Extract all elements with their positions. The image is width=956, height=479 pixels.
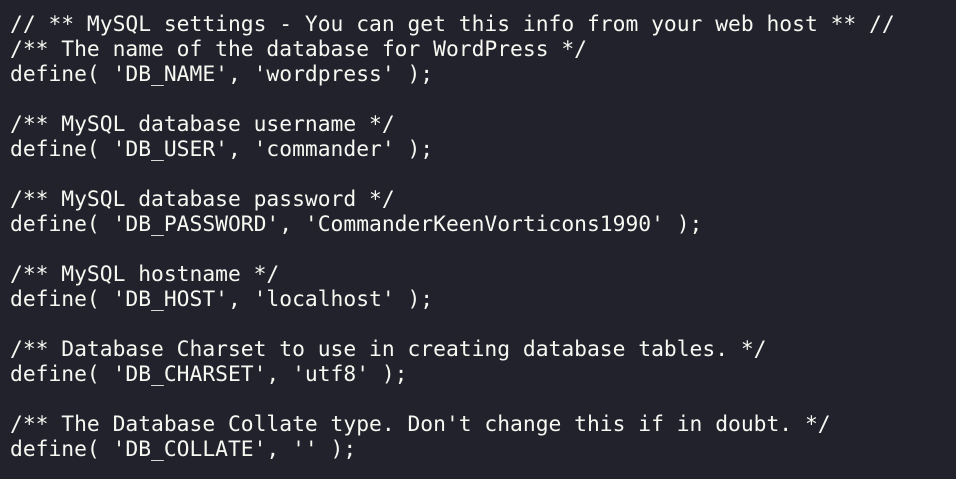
code-line: /** MySQL hostname */ bbox=[10, 262, 280, 287]
code-line: define( 'DB_CHARSET', 'utf8' ); bbox=[10, 362, 408, 387]
code-line: /** MySQL database password */ bbox=[10, 187, 395, 212]
code-line: // ** MySQL settings - You can get this … bbox=[10, 12, 895, 37]
code-line: define( 'DB_HOST', 'localhost' ); bbox=[10, 287, 434, 312]
terminal-window: // ** MySQL settings - You can get this … bbox=[0, 0, 956, 479]
config-code-block: // ** MySQL settings - You can get this … bbox=[10, 12, 956, 462]
code-line: /** The name of the database for WordPre… bbox=[10, 37, 587, 62]
code-line: /** MySQL database username */ bbox=[10, 112, 395, 137]
code-line: define( 'DB_NAME', 'wordpress' ); bbox=[10, 62, 434, 87]
code-line: define( 'DB_USER', 'commander' ); bbox=[10, 137, 434, 162]
code-line: /** The Database Collate type. Don't cha… bbox=[10, 412, 831, 437]
code-line: /** Database Charset to use in creating … bbox=[10, 337, 767, 362]
code-line: define( 'DB_COLLATE', '' ); bbox=[10, 437, 357, 462]
code-line: define( 'DB_PASSWORD', 'CommanderKeenVor… bbox=[10, 212, 703, 237]
